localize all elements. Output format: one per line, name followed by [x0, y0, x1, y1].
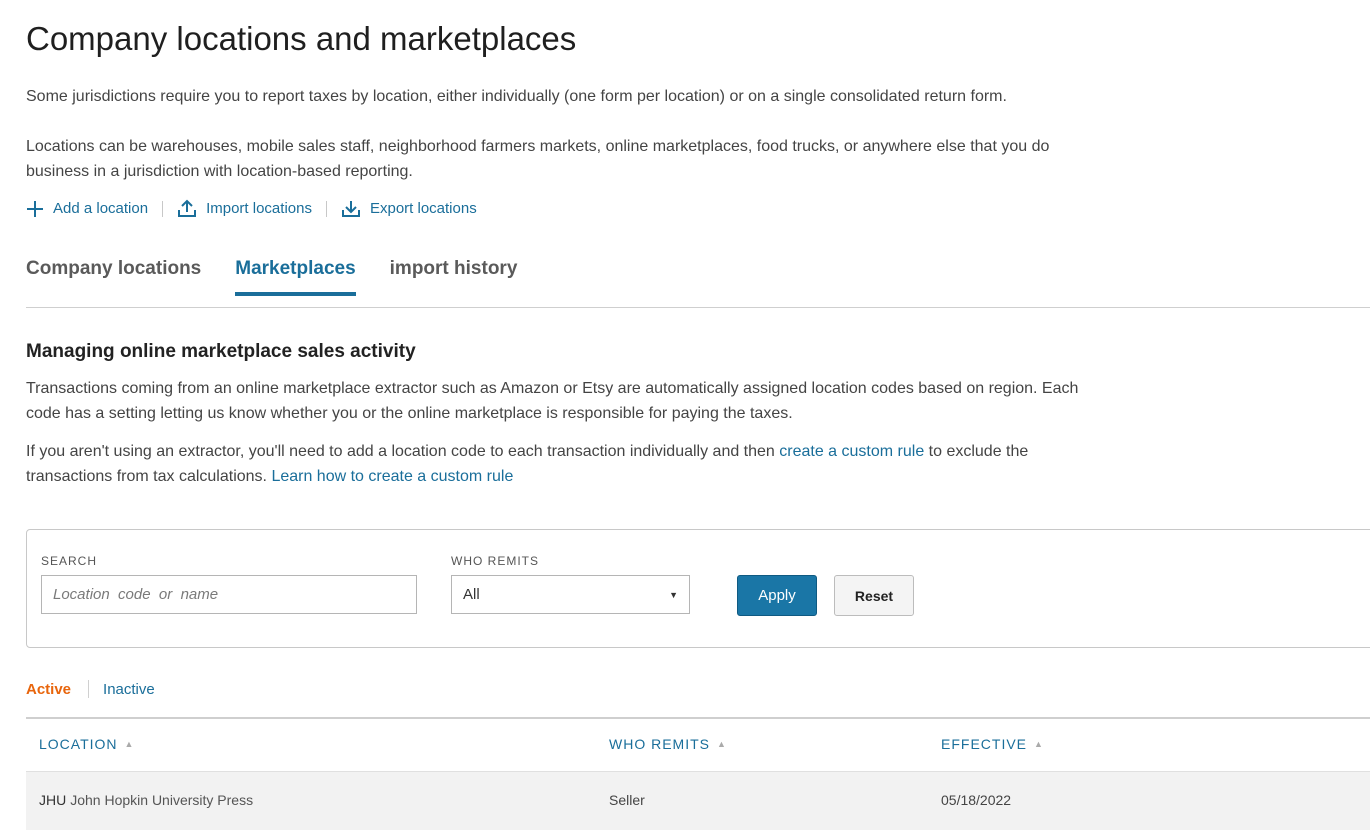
sort-icon: ▲: [124, 739, 135, 749]
tab-marketplaces[interactable]: Marketplaces: [235, 258, 356, 296]
column-header-who-remits[interactable]: WHO REMITS ▲: [609, 736, 727, 752]
intro-text-2: Locations can be warehouses, mobile sale…: [26, 138, 1050, 180]
filter-panel: SEARCH WHO REMITS All ▼ Apply Reset: [26, 529, 1370, 648]
upload-icon: [178, 199, 197, 217]
tab-bar: Company locations Marketplaces import hi…: [26, 258, 551, 296]
table-row[interactable]: JHU John Hopkin University Press Seller 0…: [26, 772, 1370, 830]
page-title: Company locations and marketplaces: [26, 20, 577, 57]
caret-down-icon: ▼: [669, 589, 678, 600]
status-filter: Active Inactive: [26, 680, 155, 698]
section-description: Transactions coming from an online marke…: [26, 380, 1079, 422]
tab-import-history[interactable]: import history: [390, 258, 518, 296]
location-code: JHU: [39, 792, 67, 808]
locations-table: LOCATION ▲ WHO REMITS ▲ EFFECTIVE ▲ JHU John…: [26, 717, 1370, 830]
who-remits-select[interactable]: All ▼: [451, 575, 690, 614]
add-location-label: Add a location: [53, 200, 149, 217]
export-locations-label: Export locations: [369, 200, 477, 217]
add-location-button[interactable]: Add a location: [26, 200, 148, 218]
search-input[interactable]: [41, 575, 417, 614]
column-header-effective[interactable]: EFFECTIVE ▲: [941, 736, 1044, 752]
instructions-text-start: If you aren't using an extractor, you'll…: [26, 443, 780, 460]
cell-location: JHU John Hopkin University Press: [39, 792, 253, 808]
cell-effective: 05/18/2022: [941, 792, 1012, 808]
import-locations-label: Import locations: [206, 200, 312, 217]
cell-who-remits: Seller: [609, 792, 645, 808]
create-custom-rule-link[interactable]: create a custom rule: [779, 443, 924, 460]
import-locations-button[interactable]: Import locations: [177, 199, 312, 218]
section-title: Managing online marketplace sales activi…: [26, 341, 416, 362]
status-active-tab[interactable]: Active: [26, 681, 71, 698]
location-actions: Add a location Import locations Export l…: [26, 199, 477, 218]
status-inactive-tab[interactable]: Inactive: [103, 681, 155, 698]
column-header-location[interactable]: LOCATION ▲: [39, 736, 134, 752]
learn-custom-rule-link[interactable]: Learn how to create a custom rule: [271, 468, 513, 485]
search-label: SEARCH: [41, 554, 98, 568]
tabs-divider: [26, 307, 1370, 308]
column-label: EFFECTIVE: [941, 736, 1028, 752]
location-name: John Hopkin University Press: [70, 792, 254, 808]
divider: [88, 680, 90, 698]
section-instructions: If you aren't using an extractor, you'll…: [26, 439, 1116, 489]
intro-text-1: Some jurisdictions require you to report…: [26, 88, 1007, 105]
table-header: LOCATION ▲ WHO REMITS ▲ EFFECTIVE ▲: [26, 719, 1370, 772]
export-locations-button[interactable]: Export locations: [341, 199, 477, 218]
divider: [162, 200, 164, 217]
sort-icon: ▲: [717, 739, 727, 749]
reset-button[interactable]: Reset: [834, 575, 914, 616]
sort-icon: ▲: [1034, 739, 1044, 749]
plus-icon: [27, 200, 43, 217]
download-icon: [341, 201, 360, 217]
who-remits-value: All: [463, 586, 480, 603]
divider: [325, 200, 327, 217]
column-label: WHO REMITS: [609, 736, 710, 752]
who-remits-label: WHO REMITS: [451, 554, 539, 568]
column-label: LOCATION: [39, 736, 118, 752]
apply-button[interactable]: Apply: [737, 575, 817, 616]
tab-company-locations[interactable]: Company locations: [26, 258, 201, 296]
